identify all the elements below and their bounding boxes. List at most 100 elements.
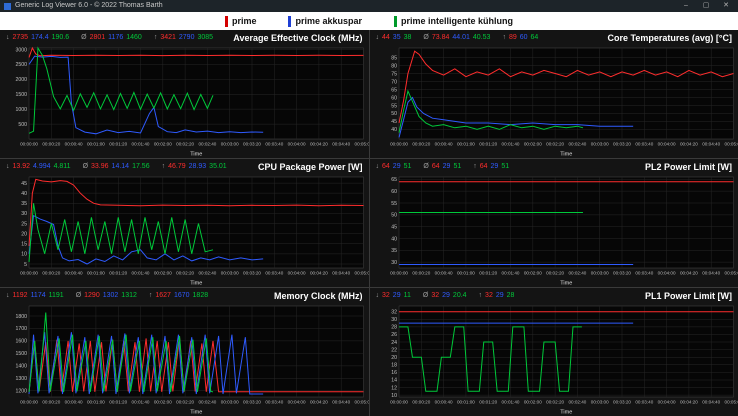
- svg-text:1300: 1300: [15, 376, 27, 382]
- svg-text:22: 22: [391, 347, 397, 353]
- svg-text:00:04:20: 00:04:20: [310, 400, 328, 405]
- stat-avg: Ø322920.4: [423, 292, 470, 299]
- stat-max: ↑46.7928.9335.01: [162, 163, 230, 170]
- legend-bar: prime prime akkuspar prime intelligente …: [0, 12, 738, 30]
- svg-text:10: 10: [391, 393, 397, 399]
- svg-text:00:03:20: 00:03:20: [243, 271, 261, 276]
- svg-text:70: 70: [391, 79, 397, 85]
- window-close-button[interactable]: ✕: [718, 0, 734, 12]
- chart-panel-core-temperatures: ↓443538Ø73.8444.0140.53↑896064 Core Temp…: [370, 30, 738, 158]
- svg-text:80: 80: [391, 63, 397, 69]
- svg-text:00:03:20: 00:03:20: [243, 142, 261, 147]
- stat-avg: Ø280111761460: [81, 34, 145, 41]
- chart-header: ↓322911Ø322920.4↑322928 PL1 Power Limit …: [370, 288, 738, 303]
- svg-text:00:02:20: 00:02:20: [176, 142, 194, 147]
- svg-text:15: 15: [21, 242, 27, 248]
- svg-text:00:03:20: 00:03:20: [613, 142, 631, 147]
- svg-text:35: 35: [21, 201, 27, 207]
- svg-text:00:05:00: 00:05:00: [724, 271, 738, 276]
- svg-text:00:02:00: 00:02:00: [154, 271, 172, 276]
- chart-plot[interactable]: 00:00:0000:00:2000:00:4000:01:0000:01:20…: [0, 45, 369, 158]
- svg-text:00:04:00: 00:04:00: [288, 400, 306, 405]
- x-axis-label: Time: [560, 152, 572, 158]
- svg-text:1600: 1600: [15, 339, 27, 345]
- svg-text:00:02:40: 00:02:40: [198, 142, 216, 147]
- chart-plot[interactable]: 00:00:0000:00:2000:00:4000:01:0000:01:20…: [0, 174, 369, 287]
- chart-stats: ↓2735174.4190.6Ø280111761460↑34212790308…: [6, 34, 216, 41]
- legend-item-prime-intelligente-kuehlung[interactable]: prime intelligente kühlung: [394, 16, 513, 27]
- svg-text:45: 45: [21, 181, 27, 187]
- svg-text:00:04:00: 00:04:00: [657, 271, 675, 276]
- stat-avg: Ø33.9614.1417.56: [83, 163, 153, 170]
- svg-text:00:03:00: 00:03:00: [221, 271, 239, 276]
- svg-text:28: 28: [391, 325, 397, 331]
- svg-text:1200: 1200: [15, 389, 27, 395]
- legend-label: prime: [232, 16, 257, 26]
- svg-text:00:05:00: 00:05:00: [724, 400, 738, 405]
- svg-text:00:05:00: 00:05:00: [724, 142, 738, 147]
- legend-item-prime-akkuspar[interactable]: prime akkuspar: [288, 16, 362, 27]
- legend-item-prime[interactable]: prime: [225, 16, 257, 27]
- svg-text:1800: 1800: [15, 314, 27, 320]
- svg-text:00:02:20: 00:02:20: [546, 400, 564, 405]
- svg-text:1500: 1500: [15, 92, 27, 98]
- svg-text:00:00:40: 00:00:40: [65, 142, 83, 147]
- window-minimize-button[interactable]: –: [678, 0, 694, 12]
- svg-text:00:04:20: 00:04:20: [679, 400, 697, 405]
- chart-plot[interactable]: 00:00:0000:00:2000:00:4000:01:0000:01:20…: [370, 174, 738, 287]
- stat-min: ↓443538: [376, 34, 415, 41]
- svg-text:3000: 3000: [15, 47, 27, 53]
- svg-text:00:00:00: 00:00:00: [20, 271, 38, 276]
- svg-text:00:05:00: 00:05:00: [355, 142, 369, 147]
- chart-header: ↓642951Ø642951↑642951 PL2 Power Limit [W…: [370, 159, 738, 174]
- svg-text:00:01:00: 00:01:00: [456, 400, 474, 405]
- svg-text:00:02:00: 00:02:00: [523, 271, 541, 276]
- svg-text:14: 14: [391, 378, 397, 384]
- svg-text:55: 55: [391, 201, 397, 207]
- chart-header: ↓13.924.9944.811 Ø33.9614.1417.56 ↑46.7928…: [0, 159, 369, 174]
- svg-text:00:01:00: 00:01:00: [87, 142, 105, 147]
- stat-max: ↑322928: [479, 292, 518, 299]
- chart-plot[interactable]: 00:00:0000:00:2000:00:4000:01:0000:01:20…: [0, 303, 369, 416]
- stat-min: ↓119211741191: [6, 292, 67, 299]
- svg-text:1700: 1700: [15, 326, 27, 332]
- svg-text:00:01:20: 00:01:20: [479, 271, 497, 276]
- svg-text:00:03:40: 00:03:40: [265, 271, 283, 276]
- stat-min: ↓13.924.9944.811: [6, 163, 74, 170]
- svg-text:00:05:00: 00:05:00: [355, 400, 369, 405]
- chart-title: CPU Package Power [W]: [258, 162, 363, 172]
- x-axis-label: Time: [190, 281, 202, 287]
- stat-avg: Ø73.8444.0140.53: [423, 34, 493, 41]
- svg-text:00:02:40: 00:02:40: [568, 400, 586, 405]
- svg-text:85: 85: [391, 55, 397, 61]
- svg-text:30: 30: [21, 211, 27, 217]
- window-titlebar[interactable]: Generic Log Viewer 6.0 - © 2022 Thomas B…: [0, 0, 738, 12]
- svg-text:00:00:40: 00:00:40: [434, 400, 452, 405]
- window-title: Generic Log Viewer 6.0 - © 2022 Thomas B…: [15, 0, 674, 12]
- x-axis-label: Time: [560, 281, 572, 287]
- svg-text:00:01:00: 00:01:00: [456, 271, 474, 276]
- svg-text:00:01:40: 00:01:40: [501, 271, 519, 276]
- svg-text:00:01:40: 00:01:40: [132, 400, 150, 405]
- svg-text:00:02:40: 00:02:40: [198, 400, 216, 405]
- legend-label: prime akkuspar: [295, 16, 362, 26]
- chart-plot[interactable]: 00:00:0000:00:2000:00:4000:01:0000:01:20…: [370, 303, 738, 416]
- svg-text:45: 45: [391, 224, 397, 230]
- svg-text:00:00:20: 00:00:20: [42, 142, 60, 147]
- svg-text:00:01:00: 00:01:00: [456, 142, 474, 147]
- chart-title: Core Temperatures (avg) [°C]: [608, 33, 732, 43]
- window-maximize-button[interactable]: ▢: [698, 0, 714, 12]
- svg-text:00:03:00: 00:03:00: [590, 271, 608, 276]
- chart-panel-average-effective-clock: ↓2735174.4190.6Ø280111761460↑34212790308…: [0, 30, 369, 158]
- chart-stats: ↓642951Ø642951↑642951: [376, 163, 513, 170]
- svg-text:5: 5: [24, 262, 27, 268]
- svg-text:24: 24: [391, 340, 397, 346]
- svg-text:2500: 2500: [15, 62, 27, 68]
- svg-text:32: 32: [391, 309, 397, 315]
- chart-plot[interactable]: 00:00:0000:00:2000:00:4000:01:0000:01:20…: [370, 45, 738, 158]
- svg-text:00:01:20: 00:01:20: [109, 400, 127, 405]
- svg-text:40: 40: [391, 236, 397, 242]
- svg-text:00:00:20: 00:00:20: [42, 271, 60, 276]
- svg-text:00:00:00: 00:00:00: [390, 400, 408, 405]
- svg-text:00:01:20: 00:01:20: [109, 271, 127, 276]
